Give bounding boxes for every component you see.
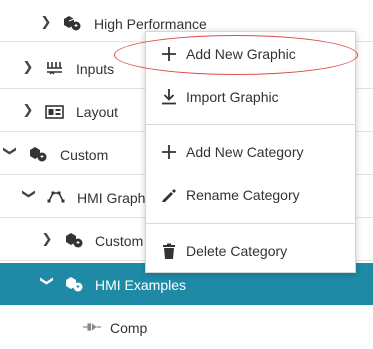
vector-graphic-icon [46, 189, 66, 205]
menu-item-label: Add New Graphic [186, 46, 296, 62]
menu-item-label: Add New Category [186, 144, 304, 160]
tree-item-label: High Performance [94, 16, 207, 32]
tree-item-label: Custom [95, 233, 144, 249]
chevron-right-icon[interactable]: ❯ [40, 231, 54, 247]
category-icon [64, 276, 84, 292]
menu-separator [146, 124, 355, 125]
chevron-right-icon[interactable]: ❯ [21, 59, 35, 75]
menu-item-delete-category[interactable]: Delete Category [146, 231, 355, 271]
tree-item-label: Layout [76, 104, 119, 120]
menu-item-label: Delete Category [186, 243, 288, 259]
plus-icon [159, 44, 179, 64]
menu-item-label: Rename Category [186, 187, 300, 203]
menu-item-rename-category[interactable]: Rename Category [146, 175, 355, 215]
menu-item-add-new-category[interactable]: Add New Category [146, 132, 355, 172]
trash-icon [159, 241, 179, 261]
inputs-icon [45, 60, 65, 76]
tree-item-label: Inputs [76, 61, 115, 77]
download-icon [159, 87, 179, 107]
tree-item-label: Comp [110, 320, 148, 336]
pen-icon [159, 185, 179, 205]
tree-item-label: HMI Examples [95, 277, 187, 293]
tree-item-comp[interactable]: Comp [0, 306, 373, 348]
chevron-right-icon[interactable]: ❯ [39, 14, 53, 30]
menu-item-add-new-graphic[interactable]: Add New Graphic [146, 34, 355, 74]
menu-item-import-graphic[interactable]: Import Graphic [146, 77, 355, 117]
chevron-down-icon[interactable]: ❯ [21, 187, 37, 201]
context-menu: Add New Graphic Import Graphic Add New C… [145, 31, 356, 273]
chevron-right-icon[interactable]: ❯ [21, 102, 35, 118]
plus-icon [159, 142, 179, 162]
component-icon [82, 319, 102, 335]
tree-item-label: Custom [60, 147, 109, 163]
menu-item-label: Import Graphic [186, 89, 279, 105]
category-icon [64, 232, 84, 248]
menu-separator [146, 223, 355, 224]
category-icon [28, 146, 48, 162]
chevron-down-icon[interactable]: ❯ [2, 144, 18, 158]
layout-icon [45, 104, 65, 120]
tree-item-label: HMI Graph [77, 190, 146, 206]
category-icon [62, 15, 82, 31]
chevron-down-icon[interactable]: ❯ [39, 274, 55, 288]
